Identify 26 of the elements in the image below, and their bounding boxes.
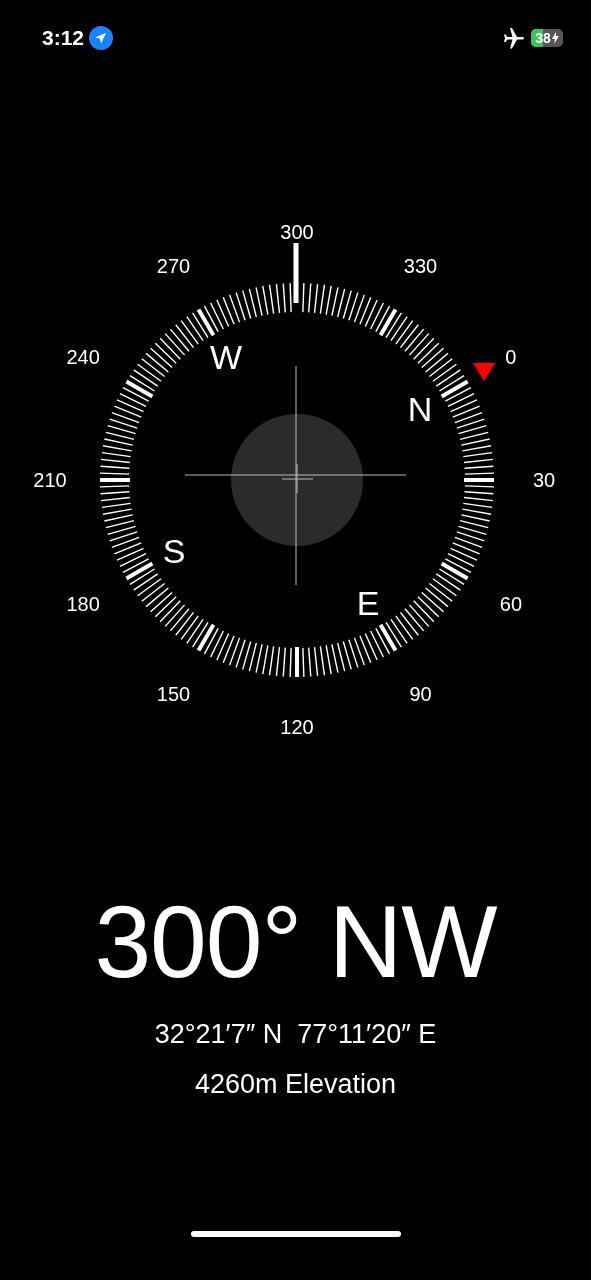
time: 3:12 (42, 25, 85, 50)
degree-label: 330 (403, 255, 438, 278)
coordinates: 32°21′7″ N 77°11′20″ E (154, 1018, 437, 1051)
degree-label: 60 (499, 592, 523, 615)
cardinal-label: S (162, 532, 186, 570)
location-icon (89, 25, 114, 50)
heading-marker (293, 243, 299, 303)
cardinal-label: E (356, 584, 380, 622)
degree-label: 30 (532, 469, 556, 491)
airplane-icon (502, 26, 526, 49)
battery-icon: 38 (531, 28, 563, 47)
degree-label: 120 (280, 716, 314, 738)
home-indicator[interactable] (190, 1231, 401, 1237)
degree-label: 270 (156, 255, 191, 278)
degree-label: 90 (409, 682, 432, 705)
north-marker-icon (473, 363, 496, 381)
degree-label: 150 (156, 682, 191, 705)
cardinal-label: N (407, 390, 433, 428)
cardinal-label: W (209, 338, 243, 376)
degree-label: 0 (505, 345, 517, 368)
degree-label: 300 (280, 221, 314, 243)
degree-label: 210 (33, 469, 67, 491)
degree-label: 240 (66, 345, 100, 368)
heading-readout: 300° NW (94, 887, 497, 997)
elevation: 4260m Elevation (194, 1068, 397, 1101)
degree-label: 180 (66, 592, 100, 615)
